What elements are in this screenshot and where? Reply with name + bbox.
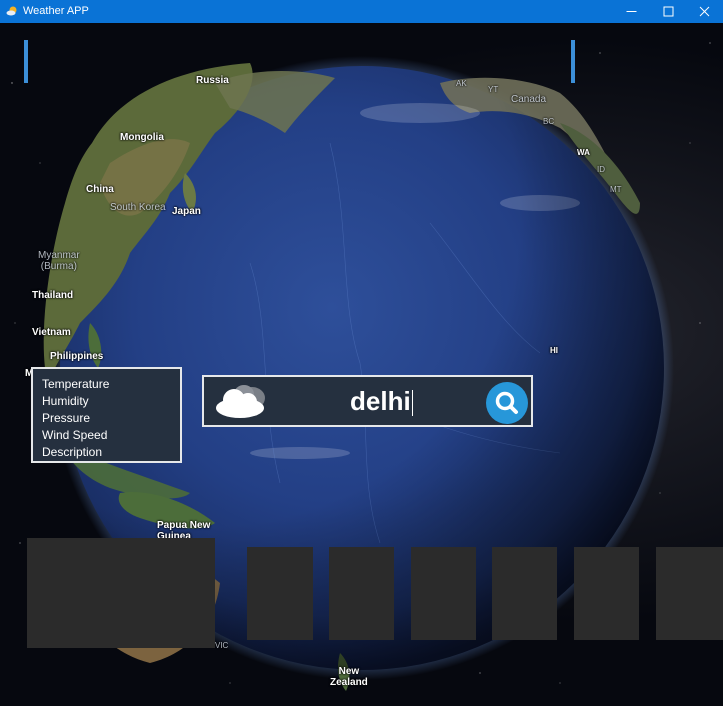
forecast-card (247, 547, 313, 640)
forecast-card (411, 547, 476, 640)
close-icon (699, 6, 710, 17)
weather-info-panel: Temperature Humidity Pressure Wind Speed… (31, 367, 182, 463)
close-button[interactable] (686, 0, 723, 23)
right-edge-bar (571, 40, 575, 83)
current-weather-card (27, 538, 215, 648)
city-search-input[interactable]: delhi (350, 384, 413, 418)
info-humidity-label: Humidity (42, 394, 89, 408)
maximize-icon (663, 6, 674, 17)
weather-app-icon (6, 6, 17, 16)
map-label-south-korea: South Korea (110, 202, 166, 213)
map-label-hi: HI (550, 346, 558, 355)
title-bar: Weather APP (0, 0, 723, 23)
left-edge-bar (24, 40, 28, 83)
forecast-card (574, 547, 639, 640)
map-label-bc: BC (543, 117, 555, 126)
search-button[interactable] (486, 382, 528, 424)
map-label-myanmar: Myanmar (Burma) (38, 250, 80, 272)
map-label-ak: AK (456, 79, 467, 88)
app-content: Russia AK YT Canada BC Mongolia WA ID MT… (0, 23, 723, 706)
window-title: Weather APP (23, 5, 89, 17)
map-label-china: China (86, 184, 114, 195)
map-label-japan: Japan (172, 206, 201, 217)
text-caret (411, 390, 413, 417)
forecast-card (656, 547, 723, 640)
forecast-card (492, 547, 557, 640)
map-label-wa: WA (577, 148, 590, 157)
info-wind-speed-label: Wind Speed (42, 428, 108, 442)
info-description-label: Description (42, 445, 103, 459)
map-label-new-zealand: New Zealand (330, 666, 368, 688)
info-pressure-label: Pressure (42, 411, 91, 425)
forecast-card (329, 547, 394, 640)
map-label-philippines: Philippines (50, 351, 104, 362)
search-icon (495, 391, 518, 414)
map-label-vietnam: Vietnam (32, 327, 71, 338)
info-temperature-label: Temperature (42, 377, 110, 391)
cloud-icon (216, 385, 265, 418)
map-label-mt: MT (610, 185, 622, 194)
minimize-button[interactable] (613, 0, 650, 23)
city-search-box: delhi (202, 375, 533, 427)
minimize-icon (626, 11, 637, 12)
city-search-value: delhi (350, 386, 411, 416)
map-label-russia: Russia (196, 75, 229, 86)
map-label-yt: YT (488, 85, 499, 94)
map-label-mongolia: Mongolia (120, 132, 164, 143)
map-label-id: ID (597, 165, 605, 174)
map-label-canada: Canada (511, 94, 547, 105)
maximize-button[interactable] (650, 0, 687, 23)
map-label-thailand: Thailand (32, 290, 74, 301)
map-label-vic: VIC (215, 641, 229, 650)
